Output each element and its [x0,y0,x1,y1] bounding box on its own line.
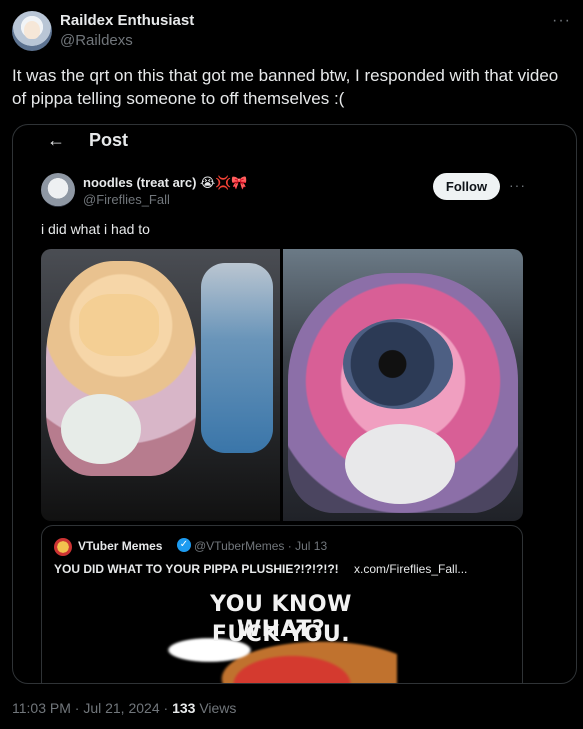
tweet-header: Raildex Enthusiast @Raildexs ··· [12,8,571,54]
reply-photos [41,249,523,521]
follow-button: Follow [433,173,500,200]
reply-avatar [41,173,75,207]
timestamp[interactable]: 11:03 PM · Jul 21, 2024 · [12,700,168,716]
views-count: 133 [172,700,196,716]
quoted-username-date: @VTuberMemes · Jul 13 [194,539,328,553]
quoted-link: x.com/Fireflies_Fall... [354,562,468,576]
bird-plush [61,394,141,464]
views-label: Views [199,700,237,716]
quoted-display-name: VTuber Memes [78,539,163,553]
avatar[interactable] [12,11,52,51]
meme-image: YOU KNOW WHAT? FUCK YOU. [42,582,522,683]
verified-badge-icon: ✓ [177,538,191,552]
photo-plush-closeup [283,249,523,521]
plush-face [79,294,159,356]
dark-lens-object [343,319,453,409]
tweet-footer: 11:03 PM · Jul 21, 2024 · 133 Views [12,700,236,716]
tweet-text: It was the qrt on this that got me banne… [12,66,559,108]
photo-plush-and-cup [41,249,280,521]
back-arrow-icon: ← [47,130,65,150]
post-top-bar: ← Post [13,125,576,157]
meme-caption-line-2: FUCK YOU. [211,622,351,647]
quoted-text: YOU DID WHAT TO YOUR PIPPA PLUSHIE?!?!?!… [54,562,339,576]
post-title: Post [89,130,129,150]
reply-more-icon: ··· [509,177,526,193]
quoted-avatar [54,538,72,556]
clear-cup [201,263,273,453]
display-name[interactable]: Raildex Enthusiast [60,12,194,29]
username[interactable]: @Raildexs [60,32,133,49]
reply-text: i did what i had to [41,221,150,237]
white-plush-part [345,424,455,504]
reply-username: @Fireflies_Fall [83,192,170,207]
quoted-post: VTuber Memes ✓ @VTuberMemes · Jul 13 YOU… [41,525,523,683]
more-options-icon[interactable]: ··· [552,12,571,30]
embedded-post-screenshot: ← Post noodles (treat arc) 😭💢🎀 @Fireflie… [12,124,577,684]
reply-display-name: noodles (treat arc) 😭💢🎀 [83,175,248,190]
